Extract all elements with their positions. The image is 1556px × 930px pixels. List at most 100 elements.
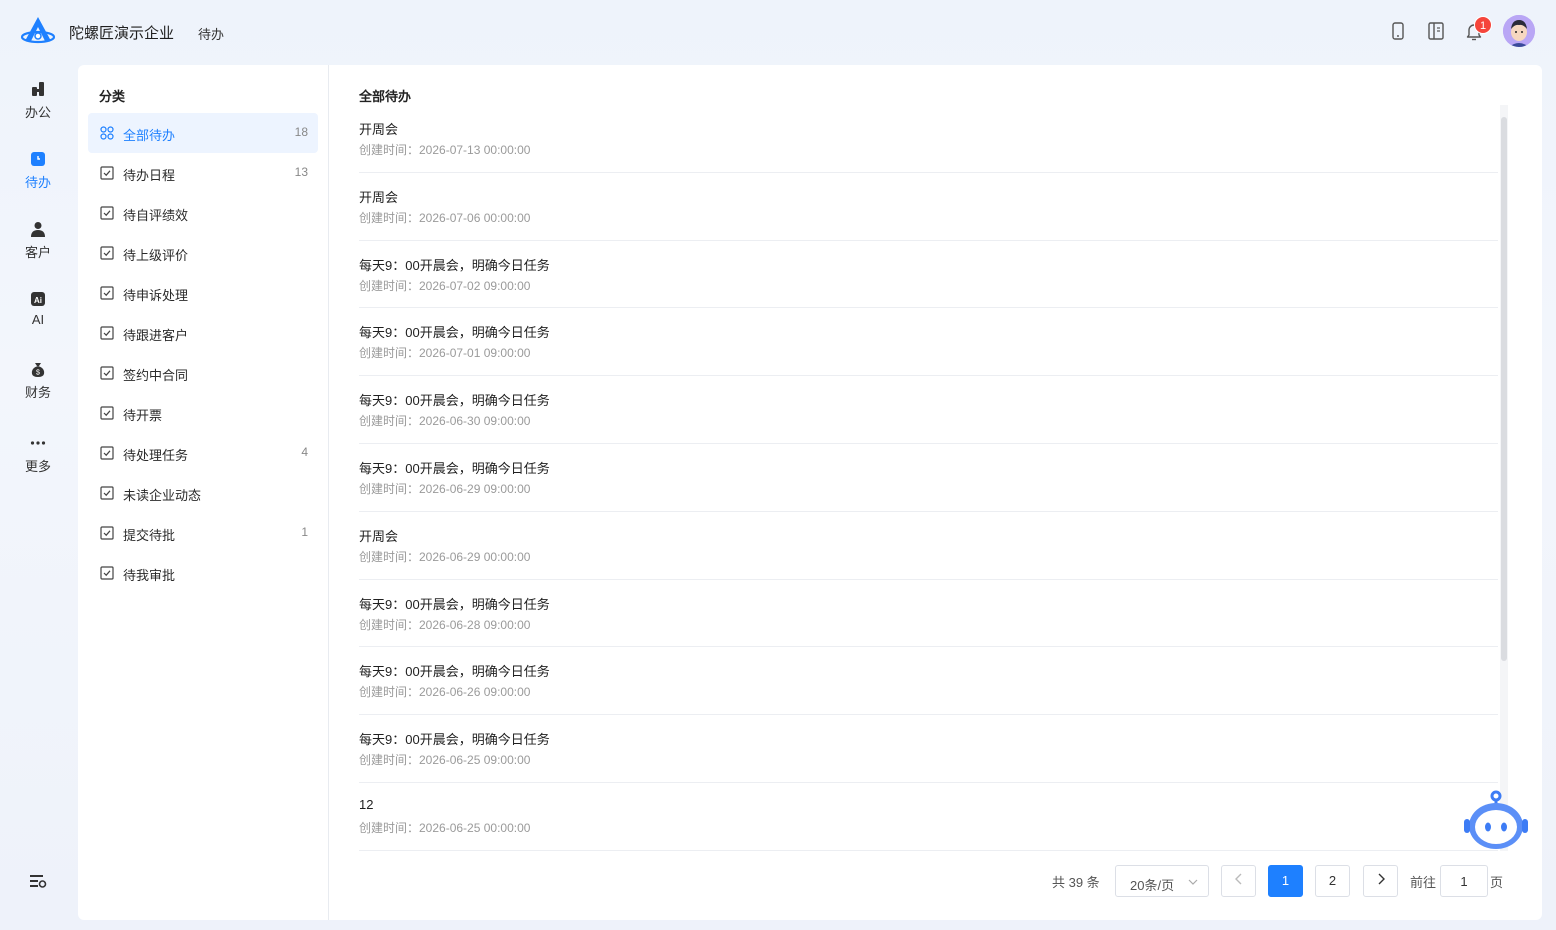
chevron-right-icon: [1378, 873, 1385, 885]
todo-title: 每天9：00开晨会，明确今日任务: [359, 257, 550, 273]
todo-list-item[interactable]: 开周会创建时间：2026-06-29 00:00:00: [359, 512, 1498, 580]
category-label: 提交待批: [123, 528, 176, 543]
category-label: 未读企业动态: [123, 488, 202, 503]
todo-title: 每天9：00开晨会，明确今日任务: [359, 732, 550, 748]
category-label: 待我审批: [123, 568, 176, 583]
checkbox-icon: [100, 566, 114, 580]
app-logo-icon[interactable]: [20, 14, 56, 48]
breadcrumb: 待办: [198, 27, 225, 42]
category-item[interactable]: 待申诉处理: [88, 273, 318, 313]
nav-label: 更多: [24, 459, 51, 474]
todo-title: 开周会: [359, 122, 399, 137]
nav-item-todo[interactable]: 待办: [0, 150, 76, 206]
checkbox-icon: [100, 326, 114, 340]
page-size-value: 20条/页: [1130, 878, 1175, 893]
category-label: 待申诉处理: [123, 288, 189, 303]
checkbox-icon: [100, 446, 114, 460]
category-item[interactable]: 提交待批 1: [88, 513, 318, 553]
checkbox-icon: [100, 486, 114, 500]
category-item[interactable]: 待上级评价: [88, 233, 318, 273]
nav-label: 客户: [24, 245, 51, 260]
todo-list: 开周会 创建时间：2026-07-13 00:00:00 开周会 创建时间：2026-…: [359, 105, 1498, 851]
category-item[interactable]: 未读企业动态: [88, 473, 318, 513]
checkbox-icon: [100, 286, 114, 300]
nav-item-customer[interactable]: 客户: [0, 220, 76, 276]
chevron-left-icon: [1234, 873, 1241, 885]
category-panel: 分类 全部待办 18 待办日程 13 待自评绩效 待上级评价 待申诉处理 待跟进客户 签约中合同…: [78, 65, 329, 920]
category-count: 4: [301, 445, 308, 459]
todo-list-item[interactable]: 每天9：00开晨会，明确今日任务 创建时间：2026-07-02 09:00:00: [359, 241, 1498, 309]
category-item[interactable]: 待处理任务 4: [88, 433, 318, 473]
checkbox-icon: [100, 206, 114, 220]
nav-item-ai[interactable]: Ai AI: [0, 290, 76, 346]
left-nav: 办公 待办 客户 Ai AI $ 财务 更多: [0, 64, 76, 930]
avatar[interactable]: [1503, 15, 1535, 47]
company-name: 陀螺匠演示企业: [69, 25, 175, 42]
todo-icon: [31, 152, 45, 166]
todo-list-item[interactable]: 每天9：00开晨会，明确今日任务 创建时间：2026-06-28 09:00:00: [359, 580, 1498, 648]
main-card: 分类 全部待办 18 待办日程 13 待自评绩效 待上级评价 待申诉处理 待跟进客户 签约中合同…: [78, 65, 1542, 920]
todo-created-time: 创建时间：2026-07-01 09:00:00: [359, 346, 531, 361]
goto-page-input[interactable]: [1440, 865, 1488, 897]
todo-created-time: 创建时间：2026-06-28 09:00:00: [359, 617, 531, 632]
page-button-1[interactable]: 1: [1268, 865, 1303, 897]
category-item[interactable]: 待我审批: [88, 553, 318, 593]
todo-title: 每天9：00开晨会，明确今日任务: [359, 461, 550, 476]
todo-list-item[interactable]: 每天9：00开晨会，明确今日任务 创建时间：2026-06-26 09:00:00: [359, 647, 1498, 716]
todo-title: 开周会: [359, 189, 399, 205]
chevron-down-icon: [1188, 879, 1198, 885]
category-item[interactable]: 签约中合同: [88, 353, 318, 393]
todo-list-item[interactable]: 开周会 创建时间：2026-07-13 00:00:00: [359, 105, 1498, 173]
scrollbar-thumb[interactable]: [1501, 117, 1507, 661]
nav-item-finance[interactable]: $ 财务: [0, 360, 76, 416]
book-icon[interactable]: [1425, 20, 1447, 42]
todo-list-item[interactable]: 12 创建时间：2026-06-25 00:00:00: [359, 783, 1498, 851]
todo-list-item[interactable]: 每天9：00开晨会，明确今日任务 创建时间：2026-06-30 09:00:00: [359, 376, 1498, 444]
todo-title: 每天9：00开晨会，明确今日任务: [359, 325, 550, 341]
category-count: 1: [301, 525, 308, 539]
todo-title: 每天9：00开晨会，明确今日任务: [359, 393, 550, 409]
category-item[interactable]: 待开票: [88, 393, 318, 433]
office-icon: [32, 82, 44, 96]
next-page-button[interactable]: [1363, 865, 1398, 897]
nav-item-more[interactable]: 更多: [0, 434, 76, 490]
category-label: 待自评绩效: [123, 208, 189, 223]
todo-list-item[interactable]: 开周会创建时间：2026-07-06 00:00:00: [359, 173, 1498, 241]
todo-list-item[interactable]: 每天9：00开晨会，明确今日任务 创建时间：2026-06-25 09:00:00: [359, 715, 1498, 783]
nav-label: AI: [31, 312, 45, 327]
category-item[interactable]: 待自评绩效: [88, 193, 318, 233]
category-item[interactable]: 全部待办 18: [88, 113, 318, 153]
todo-created-time: 创建时间：2026-07-06 00:00:00: [359, 210, 531, 225]
robot-assistant-icon[interactable]: [1463, 789, 1529, 853]
checkbox-icon: [100, 246, 114, 260]
todo-created-time: 创建时间：2026-06-29 09:00:00: [359, 482, 531, 496]
prev-page-button[interactable]: [1221, 865, 1256, 897]
page-button-2[interactable]: 2: [1315, 865, 1350, 897]
page-size-select[interactable]: 20条/页: [1115, 865, 1209, 897]
pagination-total: 共 39 条: [1052, 875, 1100, 890]
category-item[interactable]: 待办日程 13: [88, 153, 318, 193]
category-label: 待办日程: [123, 168, 176, 183]
category-count: 18: [294, 125, 308, 139]
todo-list-item[interactable]: 每天9：00开晨会，明确今日任务 创建时间：2026-07-01 09:00:00: [359, 308, 1498, 377]
todo-title: 开周会: [359, 528, 399, 544]
category-label: 待开票: [123, 408, 163, 423]
grid-icon: [100, 126, 114, 140]
svg-text:$: $: [36, 370, 40, 377]
ai-icon: Ai: [31, 292, 45, 306]
nav-label: 财务: [24, 385, 51, 400]
phone-icon[interactable]: [1387, 20, 1409, 42]
category-item[interactable]: 待跟进客户: [88, 313, 318, 353]
checkbox-icon: [100, 526, 114, 540]
nav-item-office[interactable]: 办公: [0, 80, 76, 136]
settings-list-icon[interactable]: [29, 872, 47, 890]
category-label: 待上级评价: [123, 248, 189, 263]
todo-list-item[interactable]: 每天9：00开晨会，明确今日任务 创建时间：2026-06-29 09:00:00: [359, 444, 1498, 512]
todo-created-time: 创建时间：2026-06-29 00:00:00: [359, 549, 531, 564]
category-label: 待处理任务: [123, 448, 189, 463]
todo-title: 12: [359, 797, 374, 812]
todo-created-time: 创建时间：2026-06-25 09:00:00: [359, 753, 531, 768]
todo-list-panel: 全部待办 开周会 创建时间：2026-07-13 00:00:00 开周会 创建时间：…: [329, 65, 1542, 920]
checkbox-icon: [100, 406, 114, 420]
category-count: 13: [294, 165, 308, 179]
